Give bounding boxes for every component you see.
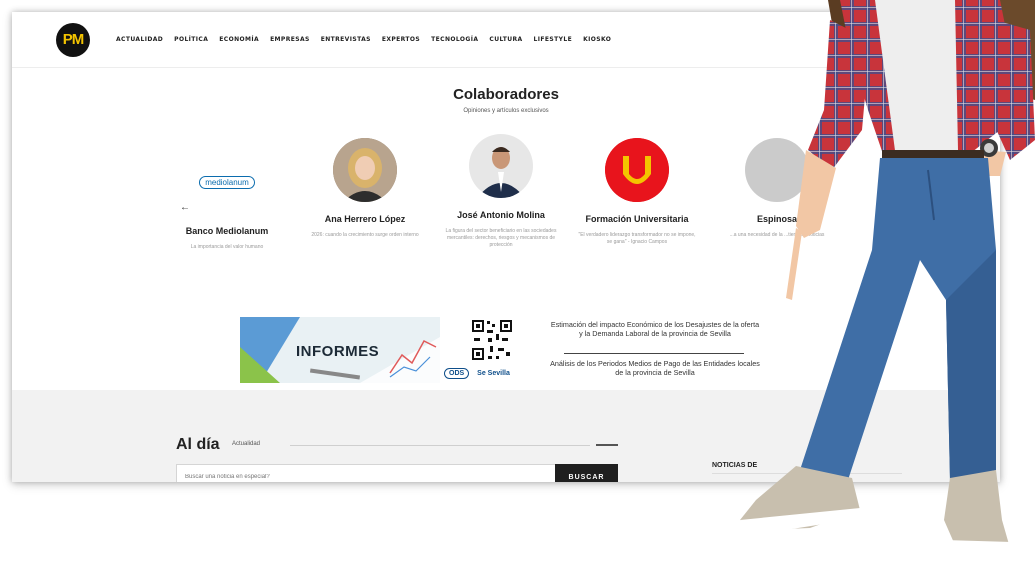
- site-logo[interactable]: PM: [56, 23, 90, 57]
- al-dia-title: Al día: [176, 436, 220, 453]
- collaborator-article[interactable]: 2026: cuando la crecimiento surge orden …: [306, 232, 424, 239]
- nav-item-kiosko[interactable]: KIOSKO: [583, 36, 611, 43]
- collaborator-card[interactable]: Formación Universitaria "El verdadero li…: [578, 138, 696, 246]
- qr-code-icon[interactable]: [470, 318, 514, 362]
- mediolanum-logo: mediolanum: [172, 150, 282, 214]
- section-divider: [290, 445, 590, 446]
- collaborator-card[interactable]: Ana Herrero López 2026: cuando la crecim…: [306, 138, 424, 239]
- avatar: [469, 134, 533, 198]
- nav-item-expertos[interactable]: EXPERTOS: [382, 36, 420, 43]
- university-logo: [605, 138, 669, 202]
- sevilla-logo: Se Sevilla: [477, 370, 510, 377]
- nav-item-entrevistas[interactable]: ENTREVISTAS: [321, 36, 371, 43]
- collaborator-article[interactable]: La importancia del valor humano: [168, 244, 286, 251]
- collaborator-name[interactable]: Ana Herrero López: [306, 214, 424, 224]
- nav-item-cultura[interactable]: CULTURA: [489, 36, 522, 43]
- collaborator-article[interactable]: La figura del sector beneficiario en las…: [442, 228, 560, 248]
- nav-menu: ACTUALIDAD POLÍTICA ECONOMÍA EMPRESAS EN…: [116, 36, 611, 43]
- stage: PM ACTUALIDAD POLÍTICA ECONOMÍA EMPRESAS…: [0, 0, 1035, 561]
- nav-item-tecnologia[interactable]: TECNOLOGÍA: [431, 36, 478, 43]
- mediolanum-logo-text: mediolanum: [199, 175, 255, 189]
- cartoon-character-pointing-icon: [740, 0, 1035, 556]
- news-search-input[interactable]: [176, 464, 556, 482]
- nav-item-politica[interactable]: POLÍTICA: [174, 36, 208, 43]
- section-divider-accent: [596, 444, 618, 446]
- collaborator-name[interactable]: Banco Mediolanum: [168, 226, 286, 236]
- informes-label: INFORMES: [296, 343, 380, 360]
- avatar-portrait-icon: [469, 134, 533, 198]
- collaborator-name[interactable]: Formación Universitaria: [578, 214, 696, 224]
- nav-item-economia[interactable]: ECONOMÍA: [219, 36, 259, 43]
- avatar: [333, 138, 397, 202]
- collaborator-name[interactable]: José Antonio Molina: [442, 210, 560, 220]
- search-button[interactable]: BUSCAR: [555, 464, 618, 482]
- nav-item-empresas[interactable]: EMPRESAS: [270, 36, 310, 43]
- university-emblem-icon: [605, 138, 669, 202]
- al-dia-subtitle: Actualidad: [232, 441, 261, 447]
- collaborator-article[interactable]: "El verdadero liderazgo transformador no…: [578, 232, 696, 246]
- avatar-portrait-icon: [333, 138, 397, 202]
- collaborator-card[interactable]: mediolanum Banco Mediolanum La importanc…: [168, 150, 286, 251]
- nav-item-lifestyle[interactable]: LIFESTYLE: [534, 36, 573, 43]
- nav-item-actualidad[interactable]: ACTUALIDAD: [116, 36, 163, 43]
- informes-banner[interactable]: INFORMES: [240, 317, 440, 383]
- ods-logo: ODS: [444, 368, 470, 379]
- collaborator-card[interactable]: José Antonio Molina La figura del sector…: [442, 134, 560, 248]
- partner-logos: ODS Se Sevilla: [444, 368, 510, 379]
